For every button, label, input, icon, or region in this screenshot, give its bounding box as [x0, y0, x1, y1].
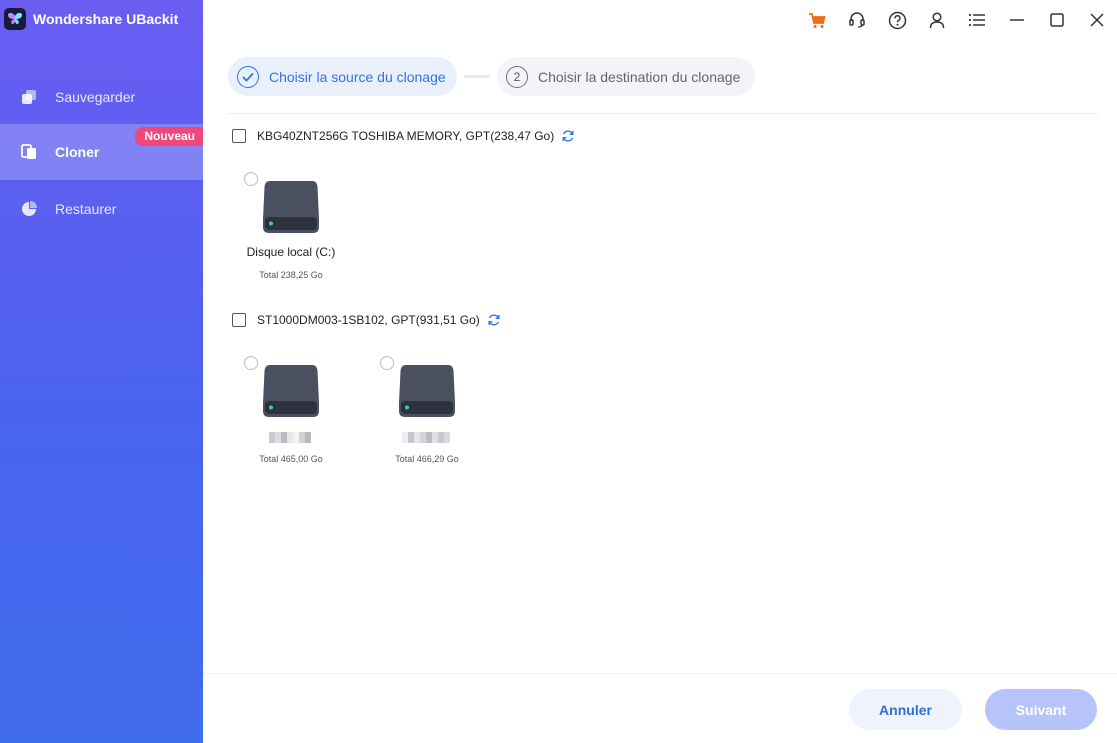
app-header: Wondershare UBackit [4, 7, 178, 31]
clone-icon [21, 144, 36, 159]
step-number: 2 [506, 65, 528, 88]
next-button[interactable]: Suivant [985, 689, 1097, 730]
close-icon[interactable] [1087, 10, 1107, 30]
partition-size: Total 465,00 Go [259, 454, 323, 464]
step-source: Choisir la source du clonage [228, 57, 457, 96]
disk-row: ST1000DM003-1SB102, GPT(931,51 Go) [232, 311, 501, 329]
obscured-partition-name [269, 432, 311, 443]
app-title: Wondershare UBackit [33, 11, 179, 27]
obscured-partition-name [402, 432, 450, 443]
new-badge: Nouveau [135, 127, 203, 146]
menu-list-icon[interactable] [967, 10, 987, 30]
restore-icon [22, 201, 37, 216]
disk-checkbox[interactable] [232, 313, 246, 327]
disk-checkbox[interactable] [232, 129, 246, 143]
footer-divider [203, 673, 1117, 674]
step-destination-label: Choisir la destination du clonage [538, 68, 741, 85]
divider [228, 113, 1098, 114]
minimize-icon[interactable] [1007, 10, 1027, 30]
sidebar-item-restaurer[interactable]: Restaurer [0, 181, 203, 237]
help-icon[interactable] [887, 10, 907, 30]
step-destination: 2 Choisir la destination du clonage [497, 57, 755, 96]
disk-title: KBG40ZNT256G TOSHIBA MEMORY, GPT(238,47 … [257, 129, 555, 143]
sidebar-item-label: Cloner [55, 144, 100, 160]
cart-icon[interactable] [807, 10, 827, 30]
step-connector [464, 75, 490, 78]
hard-drive-icon [263, 181, 319, 233]
butterfly-logo-icon [4, 8, 26, 30]
partition-radio[interactable] [380, 356, 394, 370]
partition-size: Total 238,25 Go [259, 270, 323, 280]
disk-title: ST1000DM003-1SB102, GPT(931,51 Go) [257, 313, 480, 327]
partition-name: Disque local (C:) [246, 245, 336, 259]
maximize-icon[interactable] [1047, 10, 1067, 30]
sidebar-item-label: Restaurer [55, 201, 117, 217]
partition-item[interactable]: Total 466,29 Go [368, 356, 508, 476]
partition-radio[interactable] [244, 356, 258, 370]
partition-radio[interactable] [244, 172, 258, 186]
sidebar-item-sauvegarder[interactable]: Sauvegarder [0, 69, 203, 125]
partition-item[interactable]: Total 465,00 Go [232, 356, 372, 476]
partition-item[interactable]: Disque local (C:) Total 238,25 Go [232, 172, 372, 292]
partition-size: Total 466,29 Go [395, 454, 459, 464]
user-icon[interactable] [927, 10, 947, 30]
refresh-icon[interactable] [487, 313, 501, 327]
hard-drive-icon [263, 365, 319, 417]
step-source-label: Choisir la source du clonage [269, 68, 446, 85]
backup-icon [22, 90, 36, 104]
sidebar-item-cloner[interactable]: Cloner Nouveau [0, 124, 203, 180]
hard-drive-icon [399, 365, 455, 417]
headset-support-icon[interactable] [847, 10, 867, 30]
sidebar-item-label: Sauvegarder [55, 89, 136, 105]
disk-row: KBG40ZNT256G TOSHIBA MEMORY, GPT(238,47 … [232, 127, 575, 145]
refresh-icon[interactable] [561, 129, 575, 143]
cancel-button[interactable]: Annuler [849, 689, 962, 730]
check-circle-icon [237, 65, 259, 88]
sidebar: Wondershare UBackit Sauvegarder Cloner N… [0, 0, 203, 743]
